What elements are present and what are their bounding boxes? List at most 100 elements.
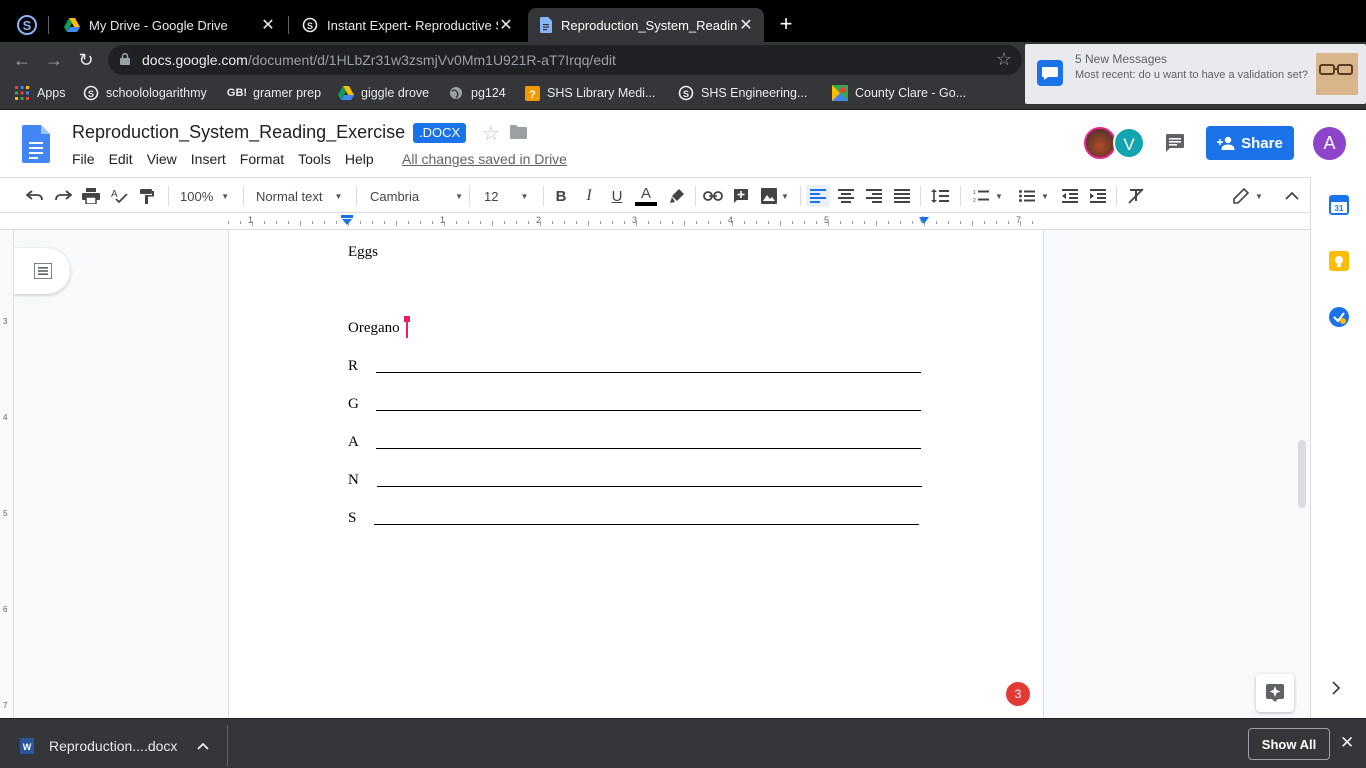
bookmark-gramer-prep[interactable]: GB! gramer prep: [227, 85, 321, 101]
insert-image-icon[interactable]: ▼: [758, 185, 792, 207]
reload-icon[interactable]: ↻: [74, 48, 98, 72]
vertical-scrollbar-thumb[interactable]: [1298, 440, 1306, 508]
svg-text:S: S: [23, 18, 32, 33]
ruler-tick: [288, 221, 289, 224]
paint-format-icon[interactable]: [136, 185, 158, 207]
redo-icon[interactable]: [52, 185, 74, 207]
new-tab-button[interactable]: +: [776, 12, 796, 36]
bookmark-shs-engineering[interactable]: S SHS Engineering...: [678, 85, 807, 101]
forward-arrow-icon[interactable]: →: [42, 48, 66, 72]
bookmark-star-icon[interactable]: ☆: [996, 49, 1012, 70]
decrease-indent-icon[interactable]: [1058, 185, 1082, 207]
align-left-icon[interactable]: [806, 185, 830, 207]
italic-button[interactable]: I: [578, 185, 600, 207]
bookmark-giggle-drove[interactable]: giggle drove: [338, 85, 429, 101]
numbered-list-icon[interactable]: 1 2 ▼: [968, 185, 1008, 207]
increase-indent-icon[interactable]: [1086, 185, 1110, 207]
comment-history-icon[interactable]: [1164, 132, 1186, 154]
ruler-tick: [792, 221, 793, 224]
ruler-tick: [744, 221, 745, 224]
bookmark-pg124[interactable]: pg124: [448, 85, 506, 101]
line-spacing-icon[interactable]: [928, 185, 952, 207]
bookmark-county-clare[interactable]: County Clare - Go...: [832, 85, 966, 101]
underline-button[interactable]: U: [606, 185, 628, 207]
notification-count-badge[interactable]: 3: [1006, 682, 1030, 706]
undo-icon[interactable]: [24, 185, 46, 207]
ruler-tick: [612, 221, 613, 224]
spellcheck-icon[interactable]: A: [108, 185, 130, 207]
ruler-tick: [1032, 221, 1033, 224]
document-title[interactable]: Reproduction_System_Reading_Exercise: [72, 122, 405, 143]
text-color-button[interactable]: A: [634, 185, 658, 207]
highlight-icon[interactable]: [666, 185, 688, 207]
bookmark-apps[interactable]: Apps: [14, 85, 66, 101]
close-tab-icon[interactable]: ✕: [498, 15, 514, 35]
chat-bubble-icon: [1037, 60, 1063, 86]
explore-button[interactable]: [1256, 674, 1294, 712]
close-tab-icon[interactable]: ✕: [738, 15, 754, 35]
tab-my-drive[interactable]: My Drive - Google Drive ✕: [52, 8, 286, 42]
bold-button[interactable]: B: [550, 185, 572, 207]
ruler-number: 3: [3, 317, 8, 326]
document-outline-button[interactable]: [14, 248, 70, 294]
download-item[interactable]: W Reproduction....docx: [4, 726, 228, 766]
show-all-button[interactable]: Show All: [1248, 728, 1330, 760]
print-icon[interactable]: [80, 185, 102, 207]
star-icon[interactable]: ☆: [482, 121, 500, 146]
bookmark-shs-library[interactable]: ? SHS Library Medi...: [524, 85, 655, 101]
calendar-icon[interactable]: 31: [1329, 195, 1349, 215]
docx-badge: .DOCX: [413, 123, 467, 143]
document-canvas: Eggs Oregano R G A N S 3: [14, 230, 1310, 718]
bookmark-schoolologarithmy[interactable]: S schoolologarithmy: [83, 85, 207, 101]
editing-mode-icon[interactable]: ▼: [1230, 185, 1266, 207]
collaborator-avatar-photo[interactable]: [1084, 127, 1116, 159]
dropdown-arrow-icon: ▼: [1041, 191, 1049, 201]
collaborator-avatar-v[interactable]: V: [1113, 127, 1145, 159]
left-indent-marker-icon[interactable]: [341, 215, 353, 225]
save-status-link[interactable]: All changes saved in Drive: [402, 151, 567, 167]
schoology-pinned-tab-icon[interactable]: S: [14, 12, 40, 38]
menu-insert[interactable]: Insert: [191, 151, 226, 167]
font-size-select[interactable]: 12 ▼: [484, 185, 536, 207]
browser-tab-strip: S My Drive - Google Drive ✕ S Instant Ex…: [0, 0, 1366, 42]
ruler-tick: [300, 221, 301, 226]
svg-text:2: 2: [973, 198, 976, 203]
clear-formatting-icon[interactable]: [1124, 185, 1148, 207]
menu-format[interactable]: Format: [240, 151, 284, 167]
ruler-tick: [480, 221, 481, 224]
expand-panel-chevron-right-icon[interactable]: [1331, 681, 1341, 700]
close-tab-icon[interactable]: ✕: [260, 15, 276, 35]
menu-file[interactable]: File: [72, 151, 95, 167]
menu-edit[interactable]: Edit: [109, 151, 133, 167]
tab-instant-expert[interactable]: S Instant Expert- Reproductive S ✕: [290, 8, 524, 42]
ruler-tick: [888, 221, 889, 224]
justify-icon[interactable]: [890, 185, 914, 207]
tasks-icon[interactable]: [1329, 307, 1349, 327]
menu-tools[interactable]: Tools: [298, 151, 331, 167]
align-right-icon[interactable]: [862, 185, 886, 207]
menu-view[interactable]: View: [147, 151, 177, 167]
account-avatar[interactable]: A: [1313, 127, 1346, 160]
tab-reproduction-doc[interactable]: Reproduction_System_Reading ✕: [528, 8, 764, 42]
back-arrow-icon[interactable]: ←: [10, 48, 34, 72]
keep-lightbulb-icon[interactable]: [1329, 251, 1349, 271]
address-bar[interactable]: docs.google.com/document/d/1HLbZr31w3zsm…: [108, 45, 1022, 75]
ruler-tick: [252, 221, 253, 226]
menu-help[interactable]: Help: [345, 151, 374, 167]
folder-icon[interactable]: [510, 125, 527, 139]
share-button[interactable]: Share: [1206, 126, 1294, 160]
chevron-up-icon[interactable]: [197, 739, 210, 753]
close-download-bar-icon[interactable]: ✕: [1340, 733, 1354, 753]
google-docs-logo-icon[interactable]: [22, 125, 50, 163]
document-page[interactable]: Eggs Oregano R G A N S: [228, 230, 1044, 718]
align-center-icon[interactable]: [834, 185, 858, 207]
zoom-select[interactable]: 100% ▼: [180, 185, 234, 207]
message-notification[interactable]: 5 New Messages Most recent: do u want to…: [1025, 44, 1366, 104]
insert-link-icon[interactable]: [702, 185, 724, 207]
font-family-select[interactable]: Cambria ▼: [370, 185, 463, 207]
hide-menus-chevron-up-icon[interactable]: [1280, 185, 1304, 207]
bulleted-list-icon[interactable]: ▼: [1014, 185, 1054, 207]
insert-comment-icon[interactable]: [730, 185, 752, 207]
paragraph-style-select[interactable]: Normal text ▼: [256, 185, 348, 207]
right-indent-marker-icon[interactable]: [918, 217, 930, 225]
